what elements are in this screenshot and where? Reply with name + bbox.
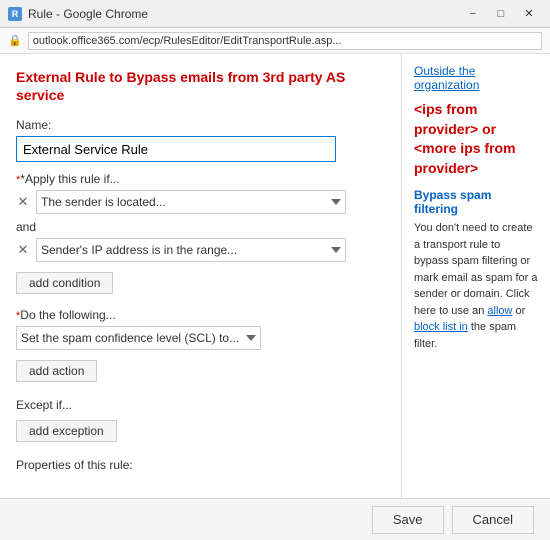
- add-condition-button[interactable]: add condition: [16, 272, 113, 294]
- allow-link[interactable]: allow: [487, 305, 512, 317]
- condition-row-2: ✕ Sender's IP address is in the range...: [16, 238, 385, 262]
- name-input[interactable]: [16, 136, 336, 162]
- properties-label: Properties of this rule:: [16, 458, 385, 472]
- close-button[interactable]: ✕: [516, 4, 542, 24]
- address-bar: 🔒: [0, 28, 550, 54]
- remove-condition-2-button[interactable]: ✕: [16, 243, 30, 257]
- apply-if-label: *Apply this rule if...: [20, 172, 119, 186]
- condition-2-dropdown[interactable]: Sender's IP address is in the range...: [36, 238, 346, 262]
- title-bar: R Rule - Google Chrome − □ ✕: [0, 0, 550, 28]
- name-label: Name:: [16, 118, 385, 132]
- block-list-link[interactable]: block list in: [414, 321, 468, 333]
- bottom-bar: Save Cancel: [0, 498, 550, 540]
- outside-org-link[interactable]: Outside the organization: [414, 64, 538, 92]
- and-label: and: [16, 220, 385, 234]
- except-if-label: Except if...: [16, 398, 385, 412]
- url-input[interactable]: [28, 32, 542, 50]
- minimize-button[interactable]: −: [460, 4, 486, 24]
- bypass-text: You don't need to create a transport rul…: [414, 220, 538, 352]
- bypass-text-before: You don't need to create a transport rul…: [414, 222, 537, 317]
- lock-icon: 🔒: [8, 34, 22, 47]
- side-panel: Outside the organization <ips from provi…: [402, 54, 550, 540]
- save-button[interactable]: Save: [372, 506, 444, 534]
- page-title: External Rule to Bypass emails from 3rd …: [16, 68, 385, 104]
- window-controls: − □ ✕: [460, 4, 542, 24]
- window-title: Rule - Google Chrome: [28, 7, 460, 21]
- main-container: External Rule to Bypass emails from 3rd …: [0, 54, 550, 540]
- do-following-label: Do the following...: [20, 308, 115, 322]
- condition-1-dropdown[interactable]: The sender is located...: [36, 190, 346, 214]
- condition-row-1: ✕ The sender is located...: [16, 190, 385, 214]
- cancel-button[interactable]: Cancel: [452, 506, 534, 534]
- or-text: or: [512, 305, 525, 317]
- remove-condition-1-button[interactable]: ✕: [16, 195, 30, 209]
- browser-icon: R: [8, 7, 22, 21]
- add-exception-button[interactable]: add exception: [16, 420, 117, 442]
- maximize-button[interactable]: □: [488, 4, 514, 24]
- action-dropdown[interactable]: Set the spam confidence level (SCL) to..…: [16, 326, 261, 350]
- add-action-button[interactable]: add action: [16, 360, 97, 382]
- form-panel: External Rule to Bypass emails from 3rd …: [0, 54, 402, 540]
- bypass-title: Bypass spam filtering: [414, 188, 538, 216]
- ips-text: <ips from provider> or <more ips from pr…: [414, 100, 538, 178]
